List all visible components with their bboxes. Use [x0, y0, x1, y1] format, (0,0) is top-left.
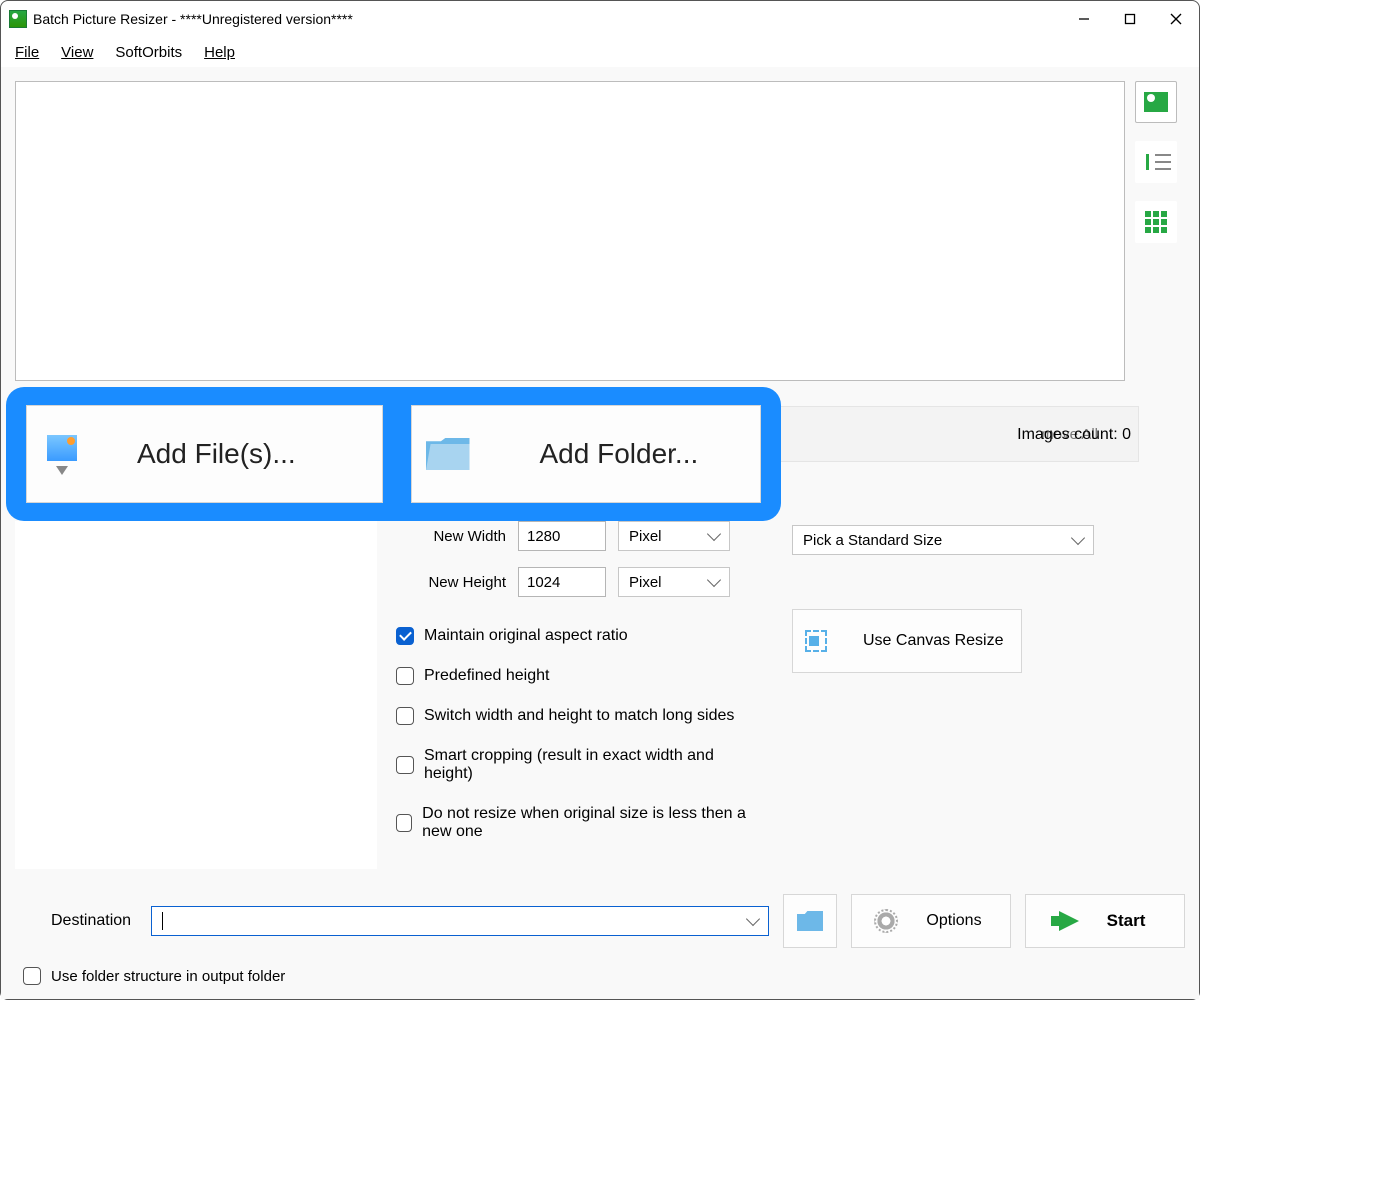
text-cursor — [162, 912, 163, 930]
smart-crop-checkbox[interactable]: Smart cropping (result in exact width an… — [396, 747, 766, 783]
new-height-label: New Height — [396, 574, 506, 591]
predefined-height-checkbox[interactable]: Predefined height — [396, 667, 766, 685]
no-resize-smaller-checkbox[interactable]: Do not resize when original size is less… — [396, 805, 766, 841]
standard-size-select[interactable]: Pick a Standard Size — [792, 525, 1094, 555]
checkbox-icon — [396, 667, 414, 685]
add-files-button[interactable]: Add File(s)... — [26, 405, 383, 503]
new-width-input[interactable] — [518, 521, 606, 551]
menu-file[interactable]: File — [15, 44, 39, 61]
add-file-icon — [47, 435, 77, 473]
view-list-button[interactable] — [1135, 141, 1177, 183]
checkbox-icon — [396, 707, 414, 725]
height-unit-select[interactable]: Pixel — [618, 567, 730, 597]
maximize-button[interactable] — [1107, 1, 1153, 37]
close-icon — [1170, 13, 1182, 25]
add-folder-button[interactable]: Add Folder... — [411, 405, 762, 503]
chevron-down-icon — [746, 912, 760, 926]
menu-softorbits[interactable]: SoftOrbits — [115, 44, 182, 61]
bottom-bar: Destination Options Start — [15, 893, 1185, 949]
destination-label: Destination — [51, 912, 131, 930]
gear-icon — [874, 909, 898, 933]
minimize-button[interactable] — [1061, 1, 1107, 37]
switch-wh-checkbox[interactable]: Switch width and height to match long si… — [396, 707, 766, 725]
list-icon — [1146, 154, 1166, 170]
chevron-down-icon — [707, 527, 721, 541]
maintain-aspect-checkbox[interactable]: Maintain original aspect ratio — [396, 627, 766, 645]
use-folder-structure-checkbox[interactable]: Use folder structure in output folder — [23, 967, 285, 985]
app-window: Batch Picture Resizer - ****Unregistered… — [0, 0, 1200, 1000]
destination-input[interactable] — [151, 906, 769, 936]
chevron-down-icon — [707, 573, 721, 587]
browse-folder-button[interactable] — [783, 894, 837, 948]
app-icon — [9, 10, 27, 28]
checkbox-icon — [396, 756, 414, 774]
options-button[interactable]: Options — [851, 894, 1011, 948]
close-button[interactable] — [1153, 1, 1199, 37]
canvas-icon — [805, 630, 827, 652]
new-width-label: New Width — [396, 528, 506, 545]
canvas-resize-button[interactable]: Use Canvas Resize — [792, 609, 1022, 673]
minimize-icon — [1078, 13, 1090, 25]
image-icon — [1144, 92, 1168, 112]
arrow-right-icon — [1059, 911, 1079, 931]
menu-view[interactable]: View — [61, 44, 93, 61]
maximize-icon — [1124, 13, 1136, 25]
checkbox-icon — [396, 814, 412, 832]
start-button[interactable]: Start — [1025, 894, 1185, 948]
window-title: Batch Picture Resizer - ****Unregistered… — [33, 11, 353, 27]
titlebar: Batch Picture Resizer - ****Unregistered… — [1, 1, 1199, 37]
checkbox-icon — [396, 627, 414, 645]
menubar: File View SoftOrbits Help — [1, 37, 1199, 67]
preview-pane[interactable] — [15, 81, 1125, 381]
checkbox-icon — [23, 967, 41, 985]
menu-help[interactable]: Help — [204, 44, 235, 61]
width-unit-select[interactable]: Pixel — [618, 521, 730, 551]
add-buttons-highlight: Add File(s)... Add Folder... — [6, 387, 781, 521]
view-grid-button[interactable] — [1135, 201, 1177, 243]
grid-icon — [1145, 211, 1167, 233]
resize-panel: New Width Pixel New Height Pixel Maintai… — [396, 521, 1139, 841]
thumbnail-list[interactable] — [15, 521, 377, 869]
images-count-label: Images count: 0 — [1017, 426, 1131, 444]
folder-icon — [797, 911, 823, 931]
view-thumbnails-button[interactable] — [1135, 81, 1177, 123]
folder-icon — [426, 438, 470, 470]
chevron-down-icon — [1071, 531, 1085, 545]
new-height-input[interactable] — [518, 567, 606, 597]
